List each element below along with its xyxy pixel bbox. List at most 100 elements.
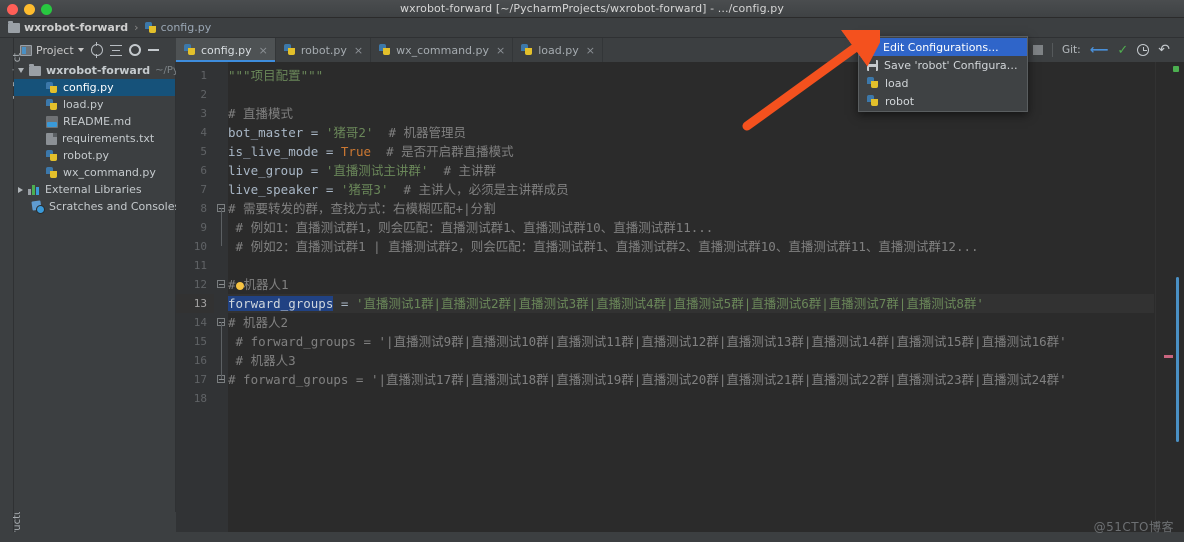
stop-square-icon[interactable] [1033,45,1043,55]
code-token: # 例如2：直播测试群1 | 直播测试群2，则会匹配：直播测试群1、直播测试群2… [228,239,979,254]
python-file-icon [521,44,533,56]
tree-item-label: External Libraries [45,183,142,196]
code-editor[interactable]: 123456789101112131415161718 −−−− """项目配置… [176,62,1184,542]
close-window-button[interactable] [7,4,18,15]
line-number: 13 [176,294,214,313]
tree-item-readme-md[interactable]: README.md [14,113,175,130]
code-line[interactable]: is_live_mode = True # 是否开启群直播模式 [228,142,1154,161]
menu-item-save-robot-configuration[interactable]: Save 'robot' Configuration [859,56,1027,74]
code-token: # 机器人3 [228,353,296,368]
code-line[interactable]: # 机器人1 [228,275,1154,294]
editor-tab-config-py[interactable]: config.py × [176,38,276,62]
fold-collapse-icon[interactable]: − [217,280,225,289]
line-number: 15 [193,335,207,348]
breadcrumb-project[interactable]: wxrobot-forward [8,20,128,34]
code-content[interactable]: """项目配置""" # 直播模式 bot_master = '猪哥2' # 机器管… [228,66,1154,536]
code-line[interactable]: # 例如2：直播测试群1 | 直播测试群2，则会匹配：直播测试群1、直播测试群2… [228,237,1154,256]
toolbar-divider [1052,43,1053,57]
editor-tab-wx_command-py[interactable]: wx_command.py × [371,38,514,62]
code-token: # 是否开启群直播模式 [371,144,514,159]
code-token: """ [228,68,251,83]
close-tab-icon[interactable]: × [354,44,363,57]
code-line[interactable]: # forward_groups = '|直播测试9群|直播测试10群|直播测试… [228,332,1154,351]
editor-scrollbar[interactable] [1164,62,1182,542]
intention-bulb-icon[interactable] [235,281,244,290]
tree-item-config-py[interactable]: config.py [14,79,175,96]
code-token: # forward_groups = '|直播测试17群|直播测试18群|直播测… [228,372,1067,387]
tree-item-robot-py[interactable]: robot.py [14,147,175,164]
code-token: live_speaker [228,182,326,197]
code-line[interactable]: # 机器人3 [228,351,1154,370]
code-line[interactable]: # forward_groups = '|直播测试17群|直播测试18群|直播测… [228,370,1154,389]
git-update-icon[interactable]: ⟵ [1090,44,1109,57]
breadcrumb-file[interactable]: config.py [144,21,211,34]
project-panel-title[interactable]: Project [20,44,84,57]
folder-icon [8,20,20,33]
code-line[interactable] [228,256,1154,275]
zoom-window-button[interactable] [41,4,52,15]
locate-target-icon[interactable] [90,42,103,58]
code-token: bot_master [228,125,311,140]
window-title: wxrobot-forward [~/PycharmProjects/wxrob… [400,2,784,15]
code-line[interactable]: bot_master = '猪哥2' # 机器管理员 [228,123,1154,142]
tree-item-load-py[interactable]: load.py [14,96,175,113]
collapse-all-icon[interactable] [109,44,122,56]
code-folding-column[interactable]: −−−− [214,62,228,542]
code-token: is_live_mode [228,144,326,159]
chevron-right-icon[interactable] [18,186,23,193]
line-number: 2 [200,88,207,101]
code-line[interactable]: # 机器人2 [228,313,1154,332]
tree-item-external-libraries[interactable]: External Libraries [14,181,175,198]
python-file-icon [46,149,58,162]
settings-gear-icon[interactable] [128,44,141,56]
git-commit-checkmark-icon[interactable]: ✓ [1117,44,1128,57]
run-configuration-dropdown-menu[interactable]: Edit Configurations... Save 'robot' Confi… [858,36,1028,112]
line-number: 18 [193,392,207,405]
tree-item-requirements-txt[interactable]: requirements.txt [14,130,175,147]
close-tab-icon[interactable]: × [586,44,595,57]
window-controls[interactable] [7,4,52,15]
tree-item-label: config.py [63,81,114,94]
history-clock-icon[interactable] [1137,44,1150,56]
menu-item-label: load [885,76,909,90]
editor-tab-load-py[interactable]: load.py × [513,38,603,62]
tree-item-label: requirements.txt [62,132,155,145]
hide-minus-icon[interactable] [147,49,159,51]
menu-item-robot[interactable]: robot [859,92,1027,110]
code-token: '直播测试1群|直播测试2群|直播测试3群|直播测试4群|直播测试5群|直播测试… [355,296,984,311]
project-tree: wxrobot-forward ~/Pycl config.py load.py REA… [14,62,187,512]
chevron-down-icon[interactable] [77,48,84,52]
close-tab-icon[interactable]: × [259,44,268,57]
code-line[interactable]: forward_groups = '直播测试1群|直播测试2群|直播测试3群|直… [228,294,1154,313]
code-line[interactable]: live_group = '直播测试主讲群' # 主讲群 [228,161,1154,180]
code-line[interactable]: # 例如1：直播测试群1，则会匹配：直播测试群1、直播测试群10、直播测试群11… [228,218,1154,237]
tree-item-wxrobot-forward[interactable]: wxrobot-forward ~/Pycl [14,62,187,79]
chevron-down-icon[interactable] [18,68,24,73]
editor-tab-robot-py[interactable]: robot.py × [276,38,372,62]
code-token: # [228,277,236,292]
minimize-window-button[interactable] [24,4,35,15]
left-tool-strip: 1: Project 7: Structure [0,38,23,542]
menu-item-load[interactable]: load [859,74,1027,92]
line-number: 5 [200,145,207,158]
code-line[interactable]: live_speaker = '猪哥3' # 主讲人，必须是主讲群成员 [228,180,1154,199]
editor-tab-label: config.py [201,43,252,57]
code-token: True [340,144,372,159]
rollback-undo-icon[interactable]: ↶ [1158,43,1170,57]
tree-item-label: load.py [63,98,104,111]
code-line[interactable]: # 需要转发的群，查找方式：右模糊匹配+|分割 [228,199,1154,218]
tree-item-scratches-and-consoles[interactable]: Scratches and Consoles [14,198,180,215]
menu-item-edit-configurations[interactable]: Edit Configurations... [859,38,1027,56]
line-number: 10 [193,240,207,253]
close-tab-icon[interactable]: × [496,44,505,57]
fold-region-line [220,322,222,379]
code-token: = [333,296,356,311]
editor-tab-label: robot.py [300,43,347,57]
pycharm-window: wxrobot-forward [~/PycharmProjects/wxrob… [0,0,1184,542]
scrollbar-thumb[interactable] [1176,277,1179,442]
code-token: 项目配置 [250,68,301,83]
code-line[interactable] [228,389,1154,408]
line-number: 14 [193,316,207,329]
code-token: # 直播模式 [228,106,294,121]
tree-item-wx_command-py[interactable]: wx_command.py [14,164,175,181]
